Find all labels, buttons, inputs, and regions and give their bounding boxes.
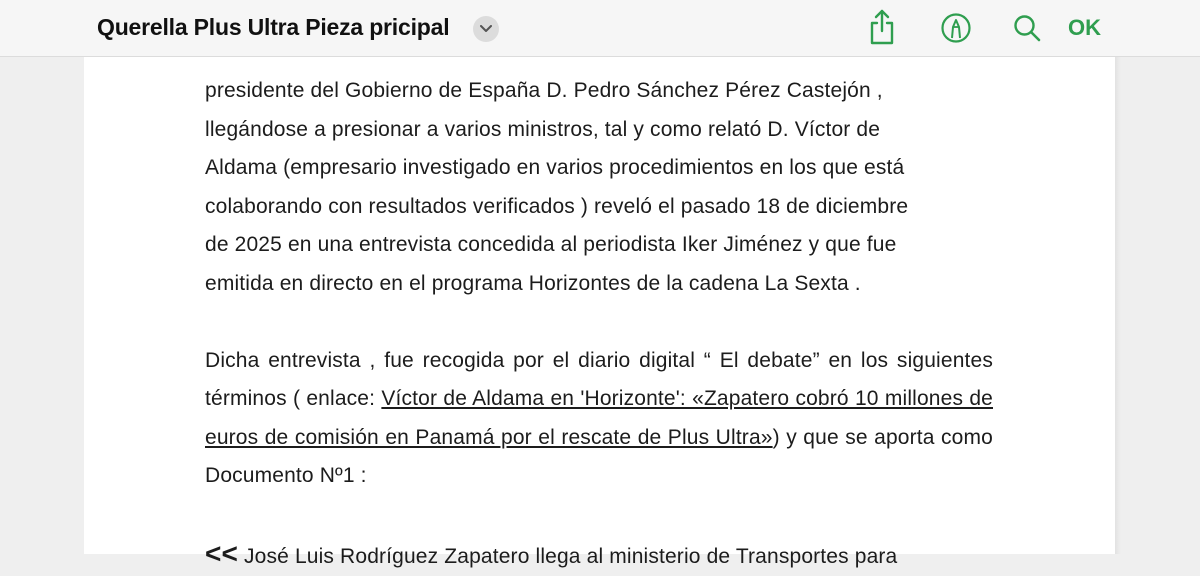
paragraph-1: presidente del Gobierno de España D. Ped… (205, 72, 993, 303)
page-edge-shadow (1115, 57, 1121, 554)
share-icon[interactable] (866, 8, 898, 46)
text-line: llegándose a presionar a varios ministro… (205, 118, 880, 141)
document-page[interactable]: presidente del Gobierno de España D. Ped… (84, 57, 1115, 554)
toolbar: Querella Plus Ultra Pieza pricipal OK (0, 0, 1200, 57)
paragraph-3-text: José Luis Rodríguez Zapatero llega al mi… (238, 545, 897, 568)
document-title[interactable]: Querella Plus Ultra Pieza pricipal (97, 14, 449, 41)
paragraph-2: Dicha entrevista , fue recogida por el d… (205, 342, 993, 496)
chevron-down-icon (480, 25, 492, 33)
text-line: colaborando con resultados verificados )… (205, 195, 908, 218)
text-line: presidente del Gobierno de España D. Ped… (205, 79, 883, 102)
markup-icon[interactable] (940, 12, 972, 44)
ok-button[interactable]: OK (1068, 15, 1101, 41)
text-line: Aldama (empresario investigado en varios… (205, 156, 904, 179)
search-icon[interactable] (1011, 12, 1043, 44)
paragraph-3: << José Luis Rodríguez Zapatero llega al… (205, 535, 993, 576)
text-line: emitida en directo en el programa Horizo… (205, 272, 861, 295)
title-menu-button[interactable] (473, 16, 499, 42)
document-body: presidente del Gobierno de España D. Ped… (205, 72, 993, 576)
text-line: de 2025 en una entrevista concedida al p… (205, 233, 896, 256)
quote-mark: << (205, 538, 238, 569)
